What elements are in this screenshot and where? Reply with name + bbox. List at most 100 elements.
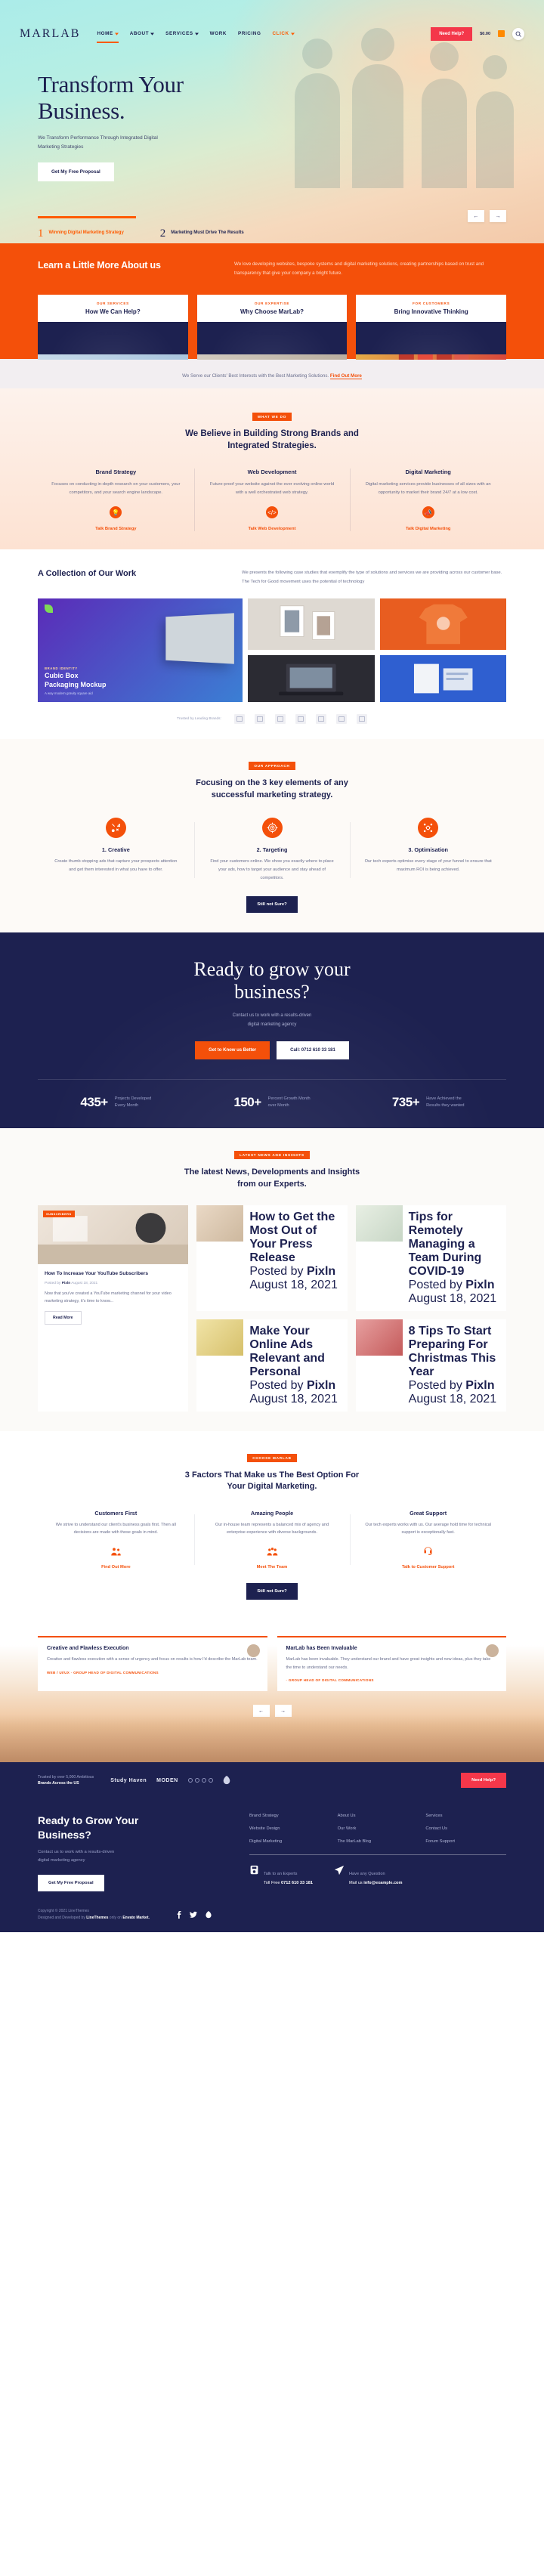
factor-1-title: Customers First (94, 1509, 138, 1517)
factor-3-link[interactable]: Talk to Customer Support (363, 1565, 493, 1569)
hero-next-arrow[interactable]: → (490, 210, 506, 222)
footer-link-brand-strategy[interactable]: Brand Strategy (249, 1814, 330, 1818)
hero-slide-2[interactable]: 2 Marketing Must Drive The Results (159, 227, 244, 240)
cta-call-button[interactable]: Call: 0712 610 33 181 (277, 1041, 349, 1060)
blog-heading-line1: The latest News, Developments and Insigh… (184, 1167, 360, 1177)
about-card-3-image: View Success Stories (356, 322, 507, 360)
three-cta-button[interactable]: Still not Sure? (246, 895, 298, 913)
dribbble-icon[interactable] (206, 1911, 212, 1919)
twitter-icon[interactable] (189, 1911, 197, 1919)
avatar (246, 1644, 260, 1658)
stat-1-number: 435+ (80, 1095, 108, 1110)
blog-post-press-release[interactable]: How to Get the Most Out of Your Press Re… (196, 1205, 348, 1312)
footer-link-forum-support[interactable]: Forum Support (425, 1839, 506, 1844)
factors-section: CHOOSE MARLAB 3 Factors That Make us The… (0, 1431, 544, 1620)
cta-primary-button[interactable]: Get to Know us Better (195, 1041, 270, 1060)
about-footer-link[interactable]: Find Out More (329, 373, 362, 380)
three-item-3-title: 3. Optimisation (408, 846, 449, 854)
blog-post-3-meta: Posted by Pixln August 18, 2021 (249, 1379, 338, 1406)
believe-col-3-link[interactable]: Talk Digital Marketing (362, 527, 494, 531)
blog-post-3-title: Make Your Online Ads Relevant and Person… (249, 1325, 325, 1379)
hero-prev-arrow[interactable]: ← (468, 210, 484, 222)
three-item-2-title: 2. Targeting (256, 846, 288, 854)
about-card-2-cta[interactable]: What Makes us Special (196, 322, 348, 355)
about-card-services[interactable]: OUR SERVICES How We Can Help? View All S… (38, 295, 188, 360)
hero-title-line1: Transform Your (38, 71, 184, 97)
nav-item-work[interactable]: WORK (210, 31, 227, 36)
about-section: Learn a Little More About us We love dev… (0, 243, 544, 389)
blog-read-more-button[interactable]: Read More (45, 1311, 82, 1325)
footer-link-digital-marketing[interactable]: Digital Marketing (249, 1839, 330, 1844)
testimonial-2-tags: · GROUP HEAD OF DIGITAL COMMUNICATIONS (286, 1678, 374, 1683)
optimise-icon (418, 818, 439, 839)
believe-column-web-development: Web Development Future-proof your websit… (193, 469, 351, 532)
believe-col-2-link[interactable]: Talk Web Development (206, 527, 338, 531)
believe-column-digital-marketing: Digital Marketing Digital marketing serv… (350, 469, 506, 532)
cta-heading-line1: Ready to grow your (193, 957, 351, 980)
need-help-button[interactable]: Need Help? (431, 26, 473, 41)
footer-link-marlab-blog[interactable]: The MarLab Blog (338, 1839, 419, 1844)
footer-contact-mail[interactable]: Have any Question Mail us info@example.c… (334, 1865, 402, 1885)
hero-slide-1[interactable]: 1 Winning Digital Marketing Strategy (38, 227, 124, 240)
believe-column-brand-strategy: Brand Strategy Focuses on conducting in-… (38, 469, 194, 531)
blog-post-online-ads[interactable]: Make Your Online Ads Relevant and Person… (196, 1319, 348, 1412)
factors-cta-button[interactable]: Still not Sure? (246, 1583, 298, 1600)
site-logo[interactable]: MARLAB (20, 27, 80, 41)
nav-item-about[interactable]: ABOUT (130, 31, 155, 36)
blog-featured-post[interactable]: SUBSCRIBERS How To Increase Your YouTube… (38, 1205, 189, 1412)
work-card-stationery[interactable] (379, 655, 506, 703)
work-card-frames[interactable] (248, 598, 375, 651)
nav-item-click[interactable]: CLICK (272, 31, 295, 36)
team-icon (267, 1546, 278, 1557)
work-feature-card[interactable]: BRAND IDENTITY Cubic Box Packaging Mocku… (38, 598, 243, 703)
footer-link-website-design[interactable]: Website Design (249, 1826, 330, 1831)
nav-item-home[interactable]: HOME (97, 31, 119, 43)
about-card-expertise[interactable]: OUR EXPERTISE Why Choose MarLab? What Ma… (196, 295, 348, 360)
footer-heading-line1: Ready to Grow Your (38, 1814, 139, 1827)
footer-link-contact-us[interactable]: Contact Us (425, 1826, 506, 1831)
hero-carousel-arrows: ← → (468, 210, 506, 222)
cta-subtitle-line2: digital marketing agency (247, 1022, 297, 1027)
hero-slide-2-number: 2 (159, 227, 166, 240)
about-card-1-cta[interactable]: View All Services (38, 322, 188, 355)
three-item-2-text: Find your customers online. We show you … (210, 859, 334, 880)
three-item-1-text: Create thumb stopping ads that capture y… (54, 859, 178, 872)
factor-1-link[interactable]: Find Out More (51, 1565, 181, 1569)
testimonial-1-title: Creative and Flawless Execution (47, 1646, 129, 1652)
nav-label-pricing: PRICING (238, 31, 261, 36)
nav-item-services[interactable]: SERVICES (165, 31, 199, 36)
believe-heading-line1: We Believe in Building Strong Brands and (185, 429, 359, 439)
strip-need-help-button[interactable]: Need Help? (461, 1773, 506, 1789)
hero-cta-button[interactable]: Get My Free Proposal (38, 162, 114, 182)
footer-link-our-work[interactable]: Our Work (338, 1826, 419, 1831)
nav-item-pricing[interactable]: PRICING (238, 31, 261, 36)
footer-contact-phone[interactable]: Talk to an Experts Toll Free 0712 610 33… (249, 1865, 313, 1885)
work-paragraph: We presents the following case studies t… (242, 571, 502, 584)
work-card-tshirt[interactable] (379, 598, 506, 651)
blog-post-christmas[interactable]: 8 Tips To Start Preparing For Christmas … (355, 1319, 506, 1412)
factor-2-text: Our in-house team represents a balanced … (215, 1522, 329, 1535)
believe-col-1-link[interactable]: Talk Brand Strategy (50, 527, 182, 531)
blog-post-remote-team[interactable]: Tips for Remotely Managing a Team During… (355, 1205, 506, 1312)
hero-slide-nav: 1 Winning Digital Marketing Strategy 2 M… (38, 227, 506, 240)
three-badge: OUR APPROACH (249, 762, 295, 771)
footer-link-about-us[interactable]: About Us (338, 1814, 419, 1818)
partner-logo-moden: MODEN (156, 1777, 178, 1783)
about-card-3-cta[interactable]: View Success Stories (356, 322, 507, 355)
work-card-laptop[interactable] (248, 655, 375, 703)
facebook-icon[interactable] (177, 1911, 181, 1919)
factor-2-link[interactable]: Meet The Team (208, 1565, 337, 1569)
hero-section: MARLAB HOME ABOUT SERVICES WORK PRICING … (0, 0, 544, 243)
blog-post-4-title: 8 Tips To Start Preparing For Christmas … (408, 1325, 496, 1379)
footer-link-services[interactable]: Services (425, 1814, 506, 1818)
factor-2-title: Amazing People (250, 1509, 294, 1517)
three-heading-line1: Focusing on the 3 key elements of any (196, 778, 348, 788)
blog-post-1-title: How to Get the Most Out of Your Press Re… (249, 1211, 335, 1265)
footer-cta-button[interactable]: Get My Free Proposal (38, 1875, 104, 1892)
stat-2-number: 150+ (233, 1095, 261, 1110)
search-button[interactable] (512, 27, 524, 40)
blog-post-2-image (355, 1205, 403, 1242)
cart-icon[interactable] (498, 30, 505, 37)
about-card-customers[interactable]: FOR CUSTOMERS Bring Innovative Thinking … (356, 295, 507, 360)
factors-heading-line1: 3 Factors That Make us The Best Option F… (184, 1470, 360, 1480)
